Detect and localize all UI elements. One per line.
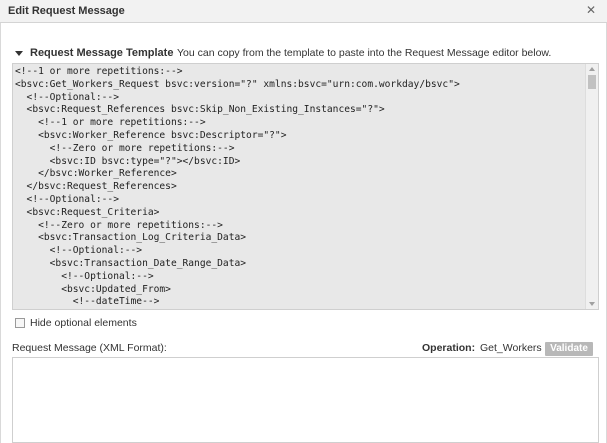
- request-message-editor[interactable]: [12, 357, 599, 443]
- template-code-line: <!--Optional:-->: [15, 245, 143, 257]
- template-code-line: <!--dateTime-->: [15, 296, 160, 308]
- template-code-line: <!--Optional:-->: [15, 193, 119, 205]
- dialog-title: Edit Request Message: [8, 5, 125, 17]
- template-section-header[interactable]: Request Message Template You can copy fr…: [14, 47, 599, 61]
- template-code-line: <bsvc:Worker_Reference bsvc:Descriptor="…: [15, 129, 287, 141]
- template-code-line: <bsvc:ID bsvc:type="?"></bsvc:ID>: [15, 155, 241, 167]
- operation-value: Get_Workers: [480, 342, 542, 354]
- template-code-line: <bsvc:Get_Workers_Request bsvc:version="…: [15, 78, 460, 90]
- request-template-viewer[interactable]: <!--1 or more repetitions:--> <bsvc:Get_W…: [12, 63, 599, 310]
- close-icon[interactable]: ✕: [584, 3, 598, 17]
- hide-optional-label[interactable]: Hide optional elements: [30, 317, 137, 329]
- template-hint: You can copy from the template to paste …: [177, 47, 552, 59]
- hide-optional-option[interactable]: Hide optional elements: [15, 317, 215, 330]
- template-scrollbar[interactable]: [585, 64, 598, 309]
- template-code-line: <bsvc:Request_References bsvc:Skip_Non_E…: [15, 104, 385, 116]
- request-message-label: Request Message (XML Format):: [12, 342, 167, 354]
- scroll-up-arrow-icon[interactable]: [589, 67, 595, 71]
- template-code-line: <!--Zero or more repetitions:-->: [15, 142, 235, 154]
- template-code: <!--1 or more repetitions:--> <bsvc:Get_W…: [15, 66, 585, 309]
- template-code-line: <!--1 or more repetitions:-->: [15, 66, 183, 77]
- template-code-line: <!--Zero or more repetitions:-->: [15, 219, 223, 231]
- scroll-down-arrow-icon[interactable]: [589, 302, 595, 306]
- template-code-line: </bsvc:Worker_Reference>: [15, 168, 177, 180]
- template-code-line: <!--1 or more repetitions:-->: [15, 117, 206, 129]
- chevron-down-icon[interactable]: [15, 51, 23, 56]
- scrollbar-thumb[interactable]: [588, 75, 596, 89]
- template-code-line: <bsvc:Updated_From>: [15, 283, 171, 295]
- template-code-line: <bsvc:Request_Criteria>: [15, 206, 160, 218]
- template-code-line: <!--Optional:-->: [15, 91, 119, 103]
- template-code-line: <bsvc:Transaction_Date_Range_Data>: [15, 257, 247, 269]
- hide-optional-checkbox[interactable]: [15, 318, 25, 328]
- operation-label: Operation:: [422, 342, 476, 354]
- template-code-line: <!--Optional:-->: [15, 270, 154, 282]
- validate-button[interactable]: Validate: [545, 342, 593, 356]
- template-code-line: <bsvc:Transaction_Log_Criteria_Data>: [15, 232, 247, 244]
- template-section-label[interactable]: Request Message Template: [30, 47, 173, 59]
- dialog-titlebar: Edit Request Message ✕: [0, 0, 607, 23]
- template-code-line: </bsvc:Request_References>: [15, 181, 177, 193]
